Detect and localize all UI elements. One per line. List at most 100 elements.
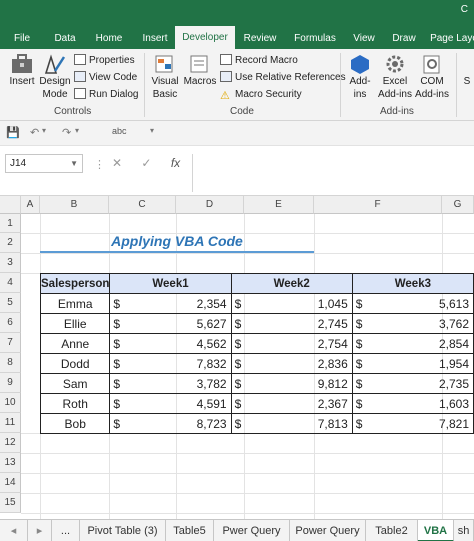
macro-security-button[interactable]: ⚠ Macro Security: [220, 88, 302, 102]
column-header-e[interactable]: E: [244, 196, 314, 214]
week2-cell[interactable]: $2,836: [230, 353, 353, 374]
sheet-tab-table2[interactable]: Table2: [366, 520, 418, 541]
row-header-1[interactable]: 1: [0, 214, 21, 233]
row-header-7[interactable]: 7: [0, 333, 21, 353]
macros-button[interactable]: Macros: [182, 53, 218, 88]
row-header-14[interactable]: 14: [0, 473, 21, 493]
scroll-right-icon[interactable]: ▸: [28, 520, 52, 541]
row-header-11[interactable]: 11: [0, 413, 21, 433]
sheet-tab-sh[interactable]: sh: [454, 520, 474, 541]
insert-function-button[interactable]: fx: [171, 156, 180, 170]
column-header-f[interactable]: F: [314, 196, 442, 214]
tab-developer[interactable]: Developer: [175, 26, 235, 49]
week3-cell[interactable]: $2,854: [351, 333, 474, 354]
tab-review[interactable]: Review: [240, 28, 280, 49]
record-macro-button[interactable]: Record Macro: [220, 54, 298, 67]
row-header-10[interactable]: 10: [0, 393, 21, 413]
add-ins-button[interactable]: Add- ins: [344, 53, 376, 101]
header-salesperson[interactable]: Salesperson: [39, 273, 111, 294]
week2-cell[interactable]: $9,812: [230, 373, 353, 394]
tab-data[interactable]: Data: [48, 28, 82, 49]
week2-cell[interactable]: $2,367: [230, 393, 353, 414]
sheet-tab-pivot-table-3[interactable]: Pivot Table (3): [80, 520, 166, 541]
excel-add-ins-button[interactable]: Excel Add-ins: [376, 53, 414, 101]
row-header-6[interactable]: 6: [0, 313, 21, 333]
redo-icon[interactable]: ↷: [62, 126, 71, 139]
scroll-left-icon[interactable]: ◂: [0, 520, 28, 541]
select-all-corner[interactable]: [0, 196, 21, 214]
row-header-8[interactable]: 8: [0, 353, 21, 373]
chevron-down-icon[interactable]: ▾: [75, 126, 79, 135]
tab-home[interactable]: Home: [90, 28, 128, 49]
tab-page-layout[interactable]: Page Layo: [428, 28, 474, 49]
column-header-d[interactable]: D: [176, 196, 244, 214]
design-mode-button[interactable]: Design Mode: [38, 53, 72, 101]
week1-cell[interactable]: $5,627: [109, 313, 232, 334]
view-code-button[interactable]: View Code: [74, 71, 137, 84]
customize-qat-icon[interactable]: ▾: [150, 126, 154, 135]
week2-cell[interactable]: $2,745: [230, 313, 353, 334]
row-header-13[interactable]: 13: [0, 453, 21, 473]
week1-cell[interactable]: $8,723: [109, 413, 232, 434]
row-header-2[interactable]: 2: [0, 233, 21, 253]
more-sheets-button[interactable]: ...: [52, 520, 80, 541]
week1-cell[interactable]: $2,354: [109, 293, 232, 314]
run-dialog-button[interactable]: Run Dialog: [74, 88, 138, 101]
week1-cell[interactable]: $4,562: [109, 333, 232, 354]
enter-icon[interactable]: ✓: [141, 156, 151, 170]
undo-icon[interactable]: ↶: [30, 126, 39, 139]
row-header-15[interactable]: 15: [0, 493, 21, 513]
insert-control-button[interactable]: Insert: [6, 53, 38, 88]
sheet-tab-power-query[interactable]: Power Query: [290, 520, 366, 541]
tab-draw[interactable]: Draw: [388, 28, 420, 49]
tab-insert[interactable]: Insert: [136, 28, 174, 49]
salesperson-cell[interactable]: Roth: [39, 393, 111, 414]
header-week1[interactable]: Week1: [109, 273, 232, 294]
row-header-9[interactable]: 9: [0, 373, 21, 393]
salesperson-cell[interactable]: Dodd: [39, 353, 111, 374]
week3-cell[interactable]: $1,603: [351, 393, 474, 414]
cancel-icon[interactable]: ✕: [112, 156, 122, 170]
properties-button[interactable]: Properties: [74, 54, 135, 67]
week3-cell[interactable]: $5,613: [351, 293, 474, 314]
week3-cell[interactable]: $1,954: [351, 353, 474, 374]
sheet-title[interactable]: Applying VBA Code: [40, 233, 314, 249]
salesperson-cell[interactable]: Ellie: [39, 313, 111, 334]
row-header-4[interactable]: 4: [0, 273, 21, 293]
tab-file[interactable]: File: [6, 28, 38, 49]
row-header-12[interactable]: 12: [0, 433, 21, 453]
save-icon[interactable]: 💾: [6, 126, 20, 139]
salesperson-cell[interactable]: Bob: [39, 413, 111, 434]
formula-input[interactable]: [192, 154, 474, 192]
tab-view[interactable]: View: [348, 28, 380, 49]
week2-cell[interactable]: $2,754: [230, 333, 353, 354]
com-add-ins-button[interactable]: COM Add-ins: [414, 53, 450, 101]
extra-ribbon-button[interactable]: S: [460, 53, 474, 88]
spelling-button[interactable]: abc: [112, 126, 127, 136]
week2-cell[interactable]: $1,045: [230, 293, 353, 314]
column-header-b[interactable]: B: [40, 196, 109, 214]
header-week3[interactable]: Week3: [351, 273, 474, 294]
column-header-c[interactable]: C: [109, 196, 176, 214]
week1-cell[interactable]: $3,782: [109, 373, 232, 394]
salesperson-cell[interactable]: Sam: [39, 373, 111, 394]
chevron-down-icon[interactable]: ▼: [70, 155, 78, 172]
sheet-tab-table5[interactable]: Table5: [166, 520, 214, 541]
use-relative-references-button[interactable]: Use Relative References: [220, 71, 346, 84]
header-week2[interactable]: Week2: [230, 273, 353, 294]
row-header-5[interactable]: 5: [0, 293, 21, 313]
row-header-3[interactable]: 3: [0, 253, 21, 273]
sheet-tab-vba[interactable]: VBA: [418, 520, 454, 541]
chevron-down-icon[interactable]: ▾: [42, 126, 46, 135]
visual-basic-button[interactable]: Visual Basic: [148, 53, 182, 101]
week3-cell[interactable]: $2,735: [351, 373, 474, 394]
column-header-g[interactable]: G: [442, 196, 474, 214]
salesperson-cell[interactable]: Emma: [39, 293, 111, 314]
week3-cell[interactable]: $3,762: [351, 313, 474, 334]
name-box[interactable]: J14 ▼: [5, 154, 83, 173]
sheet-tab-pwer-query[interactable]: Pwer Query: [214, 520, 290, 541]
column-header-a[interactable]: A: [21, 196, 40, 214]
tab-formulas[interactable]: Formulas: [290, 28, 340, 49]
week3-cell[interactable]: $7,821: [351, 413, 474, 434]
week1-cell[interactable]: $7,832: [109, 353, 232, 374]
